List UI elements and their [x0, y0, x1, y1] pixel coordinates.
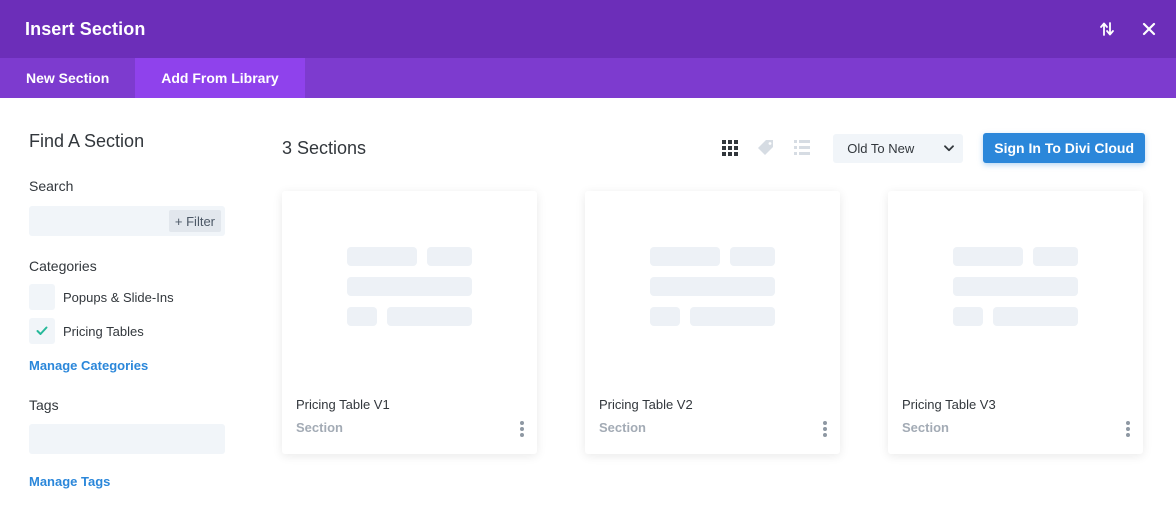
list-view-icon[interactable] — [791, 137, 813, 159]
card-title: Pricing Table V2 — [599, 397, 693, 412]
section-card[interactable]: Pricing Table V3 Section — [888, 191, 1143, 454]
library-toolbar: 3 Sections Old To New Sign In To Divi Cl… — [282, 132, 1145, 164]
card-thumbnail-placeholder — [282, 191, 537, 377]
modal-tabs: New Section Add From Library — [0, 58, 1176, 98]
category-label: Pricing Tables — [63, 323, 144, 339]
card-thumbnail-placeholder — [888, 191, 1143, 377]
sign-in-divi-cloud-button[interactable]: Sign In To Divi Cloud — [983, 133, 1145, 163]
library-controls: Old To New Sign In To Divi Cloud — [719, 133, 1145, 163]
tab-add-from-library[interactable]: Add From Library — [135, 58, 305, 98]
tags-input[interactable] — [29, 424, 225, 454]
card-thumbnail-placeholder — [585, 191, 840, 377]
categories-label: Categories — [29, 258, 97, 274]
chevron-down-icon — [944, 144, 955, 151]
modal-body: Find A Section Search + Filter Categorie… — [0, 98, 1176, 507]
checkmark-icon — [36, 326, 48, 335]
category-label: Popups & Slide-Ins — [63, 289, 174, 305]
search-label: Search — [29, 178, 74, 194]
section-count: 3 Sections — [282, 137, 367, 158]
category-list: Popups & Slide-Ins Pricing Tables — [29, 284, 252, 344]
category-popups[interactable]: Popups & Slide-Ins — [29, 284, 252, 310]
category-checkbox[interactable] — [29, 284, 55, 310]
modal-title: Insert Section — [25, 18, 146, 39]
tags-label: Tags — [29, 397, 59, 413]
grid-view-icon[interactable] — [719, 137, 741, 159]
category-pricing-tables[interactable]: Pricing Tables — [29, 318, 252, 344]
filter-sidebar: Find A Section Search + Filter Categorie… — [0, 98, 252, 507]
kebab-menu-icon[interactable] — [1123, 420, 1133, 438]
kebab-menu-icon[interactable] — [517, 420, 527, 438]
card-type: Section — [599, 420, 646, 435]
library-main: 3 Sections Old To New Sign In To Divi Cl… — [252, 98, 1176, 507]
manage-categories-link[interactable]: Manage Categories — [29, 358, 252, 373]
close-icon[interactable] — [1139, 19, 1159, 39]
header-actions — [1097, 19, 1159, 39]
sidebar-title: Find A Section — [29, 131, 145, 151]
manage-tags-link[interactable]: Manage Tags — [29, 474, 252, 489]
sort-order-value: Old To New — [847, 140, 915, 156]
card-title: Pricing Table V1 — [296, 397, 390, 412]
section-card[interactable]: Pricing Table V1 Section — [282, 191, 537, 454]
tag-view-icon[interactable] — [755, 137, 777, 159]
card-type: Section — [902, 420, 949, 435]
card-type: Section — [296, 420, 343, 435]
filter-button[interactable]: + Filter — [168, 210, 221, 232]
insert-section-modal: Insert Section New Section Add From Libr… — [0, 0, 1176, 507]
category-checkbox[interactable] — [29, 318, 55, 344]
kebab-menu-icon[interactable] — [820, 420, 830, 438]
modal-header: Insert Section — [0, 0, 1176, 58]
section-cards: Pricing Table V1 Section Pricing Table V… — [282, 191, 1145, 454]
section-card[interactable]: Pricing Table V2 Section — [585, 191, 840, 454]
tab-new-section[interactable]: New Section — [0, 58, 135, 98]
search-input[interactable]: + Filter — [29, 206, 225, 236]
card-title: Pricing Table V3 — [902, 397, 996, 412]
sort-arrows-icon[interactable] — [1097, 19, 1117, 39]
sort-order-select[interactable]: Old To New — [833, 133, 964, 163]
